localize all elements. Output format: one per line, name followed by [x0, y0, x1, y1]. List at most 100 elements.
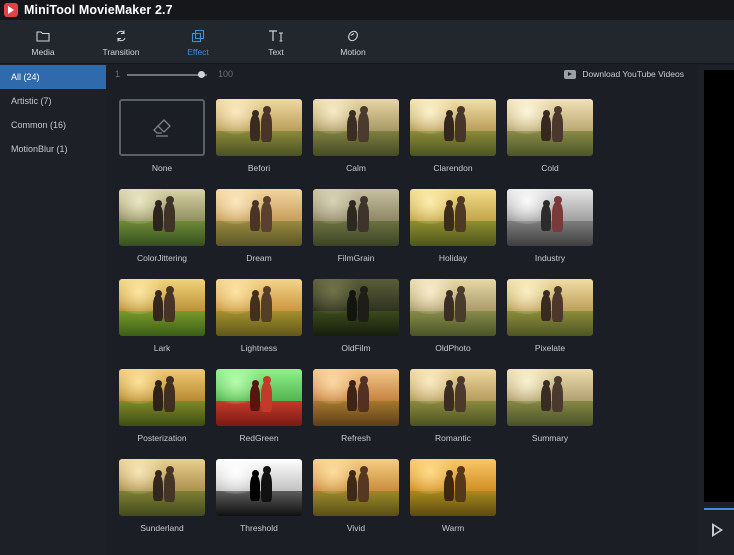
effect-tile-none[interactable]: None: [119, 99, 205, 179]
app-title: MiniTool MovieMaker 2.7: [24, 3, 173, 17]
folder-icon: [35, 28, 51, 44]
sidebar-item-common[interactable]: Common (16): [0, 113, 106, 137]
effect-tile-label: Cold: [541, 163, 559, 173]
tab-transition[interactable]: Transition: [86, 20, 156, 64]
effect-tile-redgreen[interactable]: RedGreen: [216, 369, 302, 449]
effect-tile-romantic[interactable]: Romantic: [410, 369, 496, 449]
effect-tile-label: Romantic: [435, 433, 471, 443]
effect-tile-sunderland[interactable]: Sunderland: [119, 459, 205, 539]
effect-tile-label: Refresh: [341, 433, 371, 443]
tab-media-label: Media: [31, 46, 55, 57]
effect-tile-calm[interactable]: Calm: [313, 99, 399, 179]
intensity-slider-thumb[interactable]: [198, 71, 205, 78]
effect-tile-oldfilm[interactable]: OldFilm: [313, 279, 399, 359]
effect-tile-label: Lightness: [240, 343, 278, 353]
tab-effect[interactable]: Effect: [163, 20, 233, 64]
tab-media[interactable]: Media: [8, 20, 78, 64]
effect-thumbnail: [216, 369, 302, 426]
tab-transition-label: Transition: [102, 46, 140, 57]
tab-text[interactable]: Text: [241, 20, 311, 64]
effect-thumbnail: [216, 189, 302, 246]
preview-screen: [704, 70, 734, 502]
effect-thumbnail: [216, 459, 302, 516]
effect-thumbnail: [507, 369, 593, 426]
effect-tile-dream[interactable]: Dream: [216, 189, 302, 269]
effect-tile-industry[interactable]: Industry: [507, 189, 593, 269]
sidebar-item-motionblur[interactable]: MotionBlur (1): [0, 137, 106, 161]
effect-tile-threshold[interactable]: Threshold: [216, 459, 302, 539]
download-youtube-button[interactable]: Download YouTube Videos: [564, 69, 684, 79]
effect-tile-label: Lark: [153, 343, 171, 353]
effect-tile-refresh[interactable]: Refresh: [313, 369, 399, 449]
effect-tile-label: Industry: [534, 253, 566, 263]
effect-thumbnail: [313, 279, 399, 336]
intensity-slider-track[interactable]: [127, 74, 207, 76]
effect-tile-oldphoto[interactable]: OldPhoto: [410, 279, 496, 359]
preview-progress-bar[interactable]: [704, 508, 734, 510]
effect-tile-label: OldPhoto: [435, 343, 471, 353]
effect-tile-warm[interactable]: Warm: [410, 459, 496, 539]
tab-effect-label: Effect: [187, 46, 209, 57]
effect-thumbnail: [410, 189, 496, 246]
effect-tile-label: ColorJittering: [136, 253, 188, 263]
transition-icon: [113, 28, 129, 44]
effect-tile-holiday[interactable]: Holiday: [410, 189, 496, 269]
effect-tile-label: Posterization: [137, 433, 187, 443]
effect-thumbnail: [410, 99, 496, 156]
effect-tile-label: Clarendon: [433, 163, 473, 173]
effect-tile-vivid[interactable]: Vivid: [313, 459, 399, 539]
tab-motion[interactable]: Motion: [318, 20, 388, 64]
main-toolbar: Media Transition Effect Text Motion: [0, 20, 734, 64]
slider-max-label: 100: [218, 69, 234, 79]
play-icon-inner: [714, 526, 720, 534]
effect-thumbnail: [216, 279, 302, 336]
effect-tile-label: FilmGrain: [337, 253, 375, 263]
effects-grid: None Befori Calm Clarendon Cold ColorJitterin…: [119, 99, 694, 544]
slider-min-label: 1: [115, 69, 121, 79]
effects-panel: 1 100 Download YouTube Videos None Befori…: [106, 65, 698, 555]
app-logo-icon: [4, 3, 18, 17]
effect-tile-label: Dream: [246, 253, 272, 263]
motion-icon: [345, 28, 361, 44]
effect-tile-label: Vivid: [346, 523, 366, 533]
effect-tile-clarendon[interactable]: Clarendon: [410, 99, 496, 179]
effect-tile-label: Holiday: [438, 253, 468, 263]
effect-thumbnail: [313, 189, 399, 246]
effect-thumbnail: [119, 369, 205, 426]
effect-thumbnail: [119, 459, 205, 516]
download-youtube-label: Download YouTube Videos: [582, 69, 684, 79]
effect-tile-label: OldFilm: [341, 343, 371, 353]
effect-tile-pixelate[interactable]: Pixelate: [507, 279, 593, 359]
effect-tile-colorjittering[interactable]: ColorJittering: [119, 189, 205, 269]
effect-tile-filmgrain[interactable]: FilmGrain: [313, 189, 399, 269]
no-effect-thumbnail: [119, 99, 205, 156]
sidebar-item-all[interactable]: All (24): [0, 65, 106, 89]
youtube-icon: [564, 69, 577, 79]
effect-tile-cold[interactable]: Cold: [507, 99, 593, 179]
effect-tile-lightness[interactable]: Lightness: [216, 279, 302, 359]
effect-tile-lark[interactable]: Lark: [119, 279, 205, 359]
tab-motion-label: Motion: [340, 46, 366, 57]
effect-tile-summary[interactable]: Summary: [507, 369, 593, 449]
effect-tile-label: Pixelate: [534, 343, 566, 353]
sidebar-item-artistic[interactable]: Artistic (7): [0, 89, 106, 113]
effect-tile-befori[interactable]: Befori: [216, 99, 302, 179]
effect-tile-label: RedGreen: [239, 433, 279, 443]
title-bar: MiniTool MovieMaker 2.7: [0, 0, 734, 20]
effect-tile-label: Threshold: [240, 523, 278, 533]
effect-tile-label: Warm: [441, 523, 465, 533]
effect-thumbnail: [507, 99, 593, 156]
effect-tile-label: None: [151, 163, 173, 173]
effect-thumbnail: [410, 369, 496, 426]
effect-category-sidebar: All (24) Artistic (7) Common (16) Motion…: [0, 65, 106, 555]
effect-tile-label: Summary: [531, 433, 569, 443]
effect-thumbnail: [313, 99, 399, 156]
effect-thumbnail: [119, 189, 205, 246]
effect-tile-posterization[interactable]: Posterization: [119, 369, 205, 449]
effect-thumbnail: [507, 279, 593, 336]
effect-thumbnail: [507, 189, 593, 246]
effect-thumbnail: [313, 369, 399, 426]
eraser-brush-icon: [153, 118, 171, 137]
effect-thumbnail: [313, 459, 399, 516]
effect-thumbnail: [216, 99, 302, 156]
